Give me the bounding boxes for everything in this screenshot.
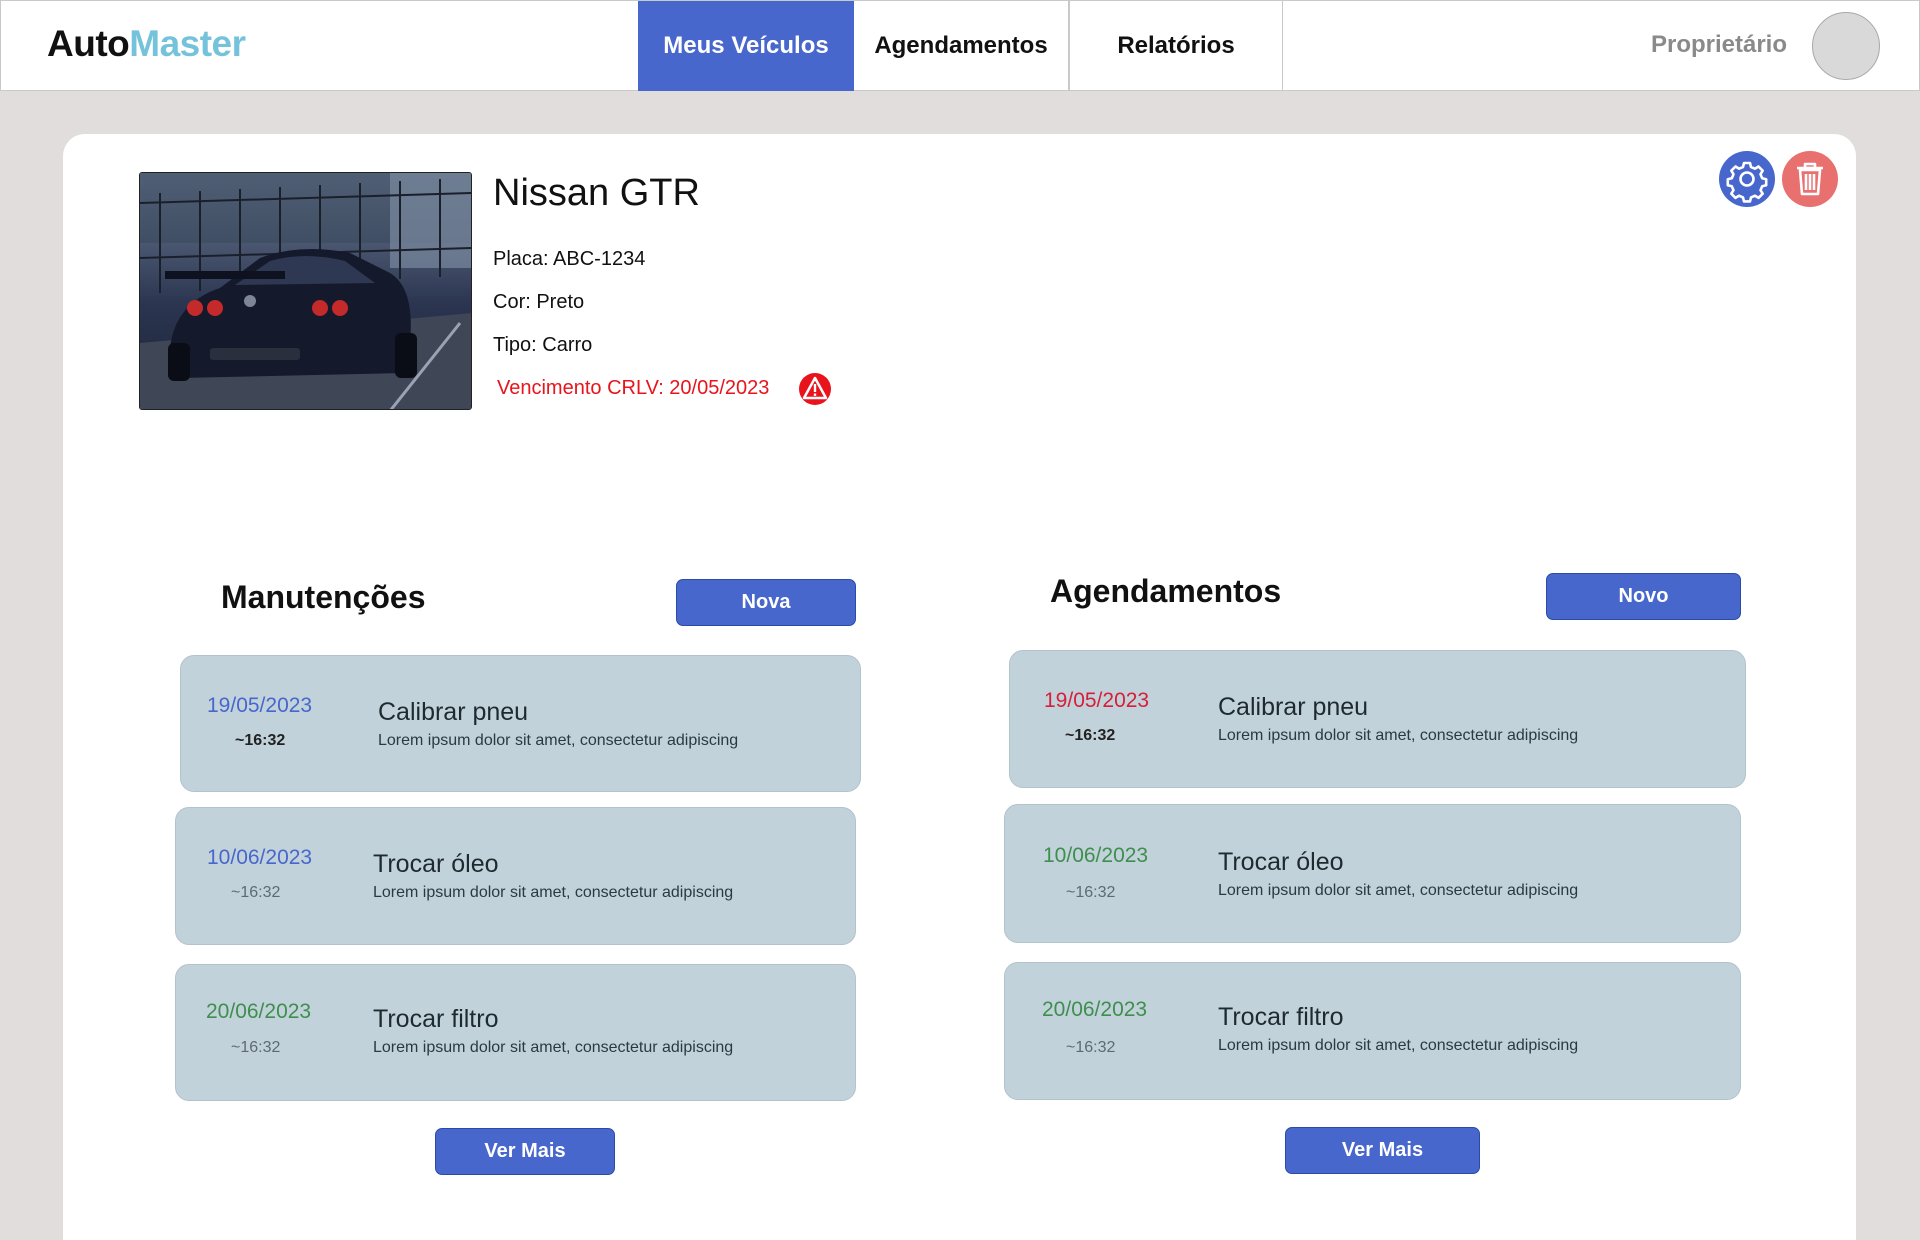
- maintenance-item[interactable]: 20/06/2023 ~16:32 Trocar filtro Lorem ip…: [175, 964, 856, 1101]
- item-time: ~16:32: [231, 884, 281, 901]
- maintenance-see-more-button[interactable]: Ver Mais: [435, 1128, 615, 1175]
- item-time: ~16:32: [1066, 1039, 1116, 1056]
- logo-text-auto: Auto: [47, 23, 130, 64]
- vehicle-photo: [139, 172, 472, 410]
- item-title: Trocar óleo: [1218, 848, 1344, 876]
- item-title: Calibrar pneu: [1218, 693, 1369, 721]
- schedule-item[interactable]: 19/05/2023 ~16:32 Calibrar pneu Lorem ip…: [1009, 650, 1746, 788]
- item-date: 10/06/2023: [207, 846, 313, 869]
- new-schedule-button[interactable]: Novo: [1546, 573, 1741, 620]
- avatar[interactable]: [1812, 12, 1880, 80]
- item-description: Lorem ipsum dolor sit amet, consectetur …: [1218, 727, 1579, 744]
- item-title: Trocar filtro: [373, 1005, 499, 1033]
- item-time: ~16:32: [231, 1039, 281, 1056]
- warning-icon: [798, 372, 832, 406]
- maintenance-item[interactable]: 19/05/2023 ~16:32 Calibrar pneu Lorem ip…: [180, 655, 861, 792]
- item-description: Lorem ipsum dolor sit amet, consectetur …: [373, 884, 734, 901]
- item-description: Lorem ipsum dolor sit amet, consectetur …: [1218, 882, 1579, 899]
- schedules-see-more-button[interactable]: Ver Mais: [1285, 1127, 1480, 1174]
- item-date: 20/06/2023: [1042, 998, 1148, 1021]
- crlv-due-date: Vencimento CRLV: 20/05/2023: [497, 377, 770, 399]
- schedules-section-title: Agendamentos: [1050, 573, 1282, 609]
- item-time: ~16:32: [1066, 884, 1116, 901]
- item-time: ~16:32: [1065, 727, 1116, 744]
- app-logo[interactable]: AutoMaster: [47, 23, 246, 65]
- item-date: 20/06/2023: [206, 1000, 312, 1023]
- schedule-item[interactable]: 20/06/2023 ~16:32 Trocar filtro Lorem ip…: [1004, 962, 1741, 1100]
- item-title: Trocar filtro: [1218, 1003, 1344, 1031]
- item-date: 19/05/2023: [207, 694, 313, 717]
- user-role-label[interactable]: Proprietário: [1651, 31, 1787, 59]
- item-description: Lorem ipsum dolor sit amet, consectetur …: [1218, 1037, 1579, 1054]
- maintenance-item[interactable]: 10/06/2023 ~16:32 Trocar óleo Lorem ipsu…: [175, 807, 856, 945]
- item-description: Lorem ipsum dolor sit amet, consectetur …: [378, 732, 739, 749]
- item-title: Calibrar pneu: [378, 698, 529, 726]
- item-description: Lorem ipsum dolor sit amet, consectetur …: [373, 1039, 734, 1056]
- logo-text-master: Master: [129, 23, 246, 64]
- vehicle-color: Cor: Preto: [493, 291, 585, 313]
- delete-button[interactable]: [1782, 151, 1838, 207]
- settings-button[interactable]: [1719, 151, 1775, 207]
- tab-meus-veiculos[interactable]: Meus Veículos: [638, 1, 854, 91]
- item-date: 10/06/2023: [1043, 844, 1149, 867]
- item-title: Trocar óleo: [373, 850, 499, 878]
- trash-icon: [1797, 162, 1823, 196]
- item-time: ~16:32: [235, 732, 286, 749]
- tab-relatorios[interactable]: Relatórios: [1069, 1, 1283, 91]
- top-navbar: AutoMaster Meus Veículos Agendamentos Re…: [0, 0, 1920, 91]
- vehicle-name: Nissan GTR: [493, 172, 700, 214]
- item-date: 19/05/2023: [1044, 689, 1150, 712]
- maintenance-section-title: Manutenções: [221, 579, 426, 615]
- tab-agendamentos[interactable]: Agendamentos: [854, 1, 1069, 91]
- new-maintenance-button[interactable]: Nova: [676, 579, 856, 626]
- vehicle-type: Tipo: Carro: [493, 334, 593, 356]
- schedule-item[interactable]: 10/06/2023 ~16:32 Trocar óleo Lorem ipsu…: [1004, 804, 1741, 943]
- vehicle-plate: Placa: ABC-1234: [493, 248, 646, 270]
- gear-icon: [1726, 161, 1768, 203]
